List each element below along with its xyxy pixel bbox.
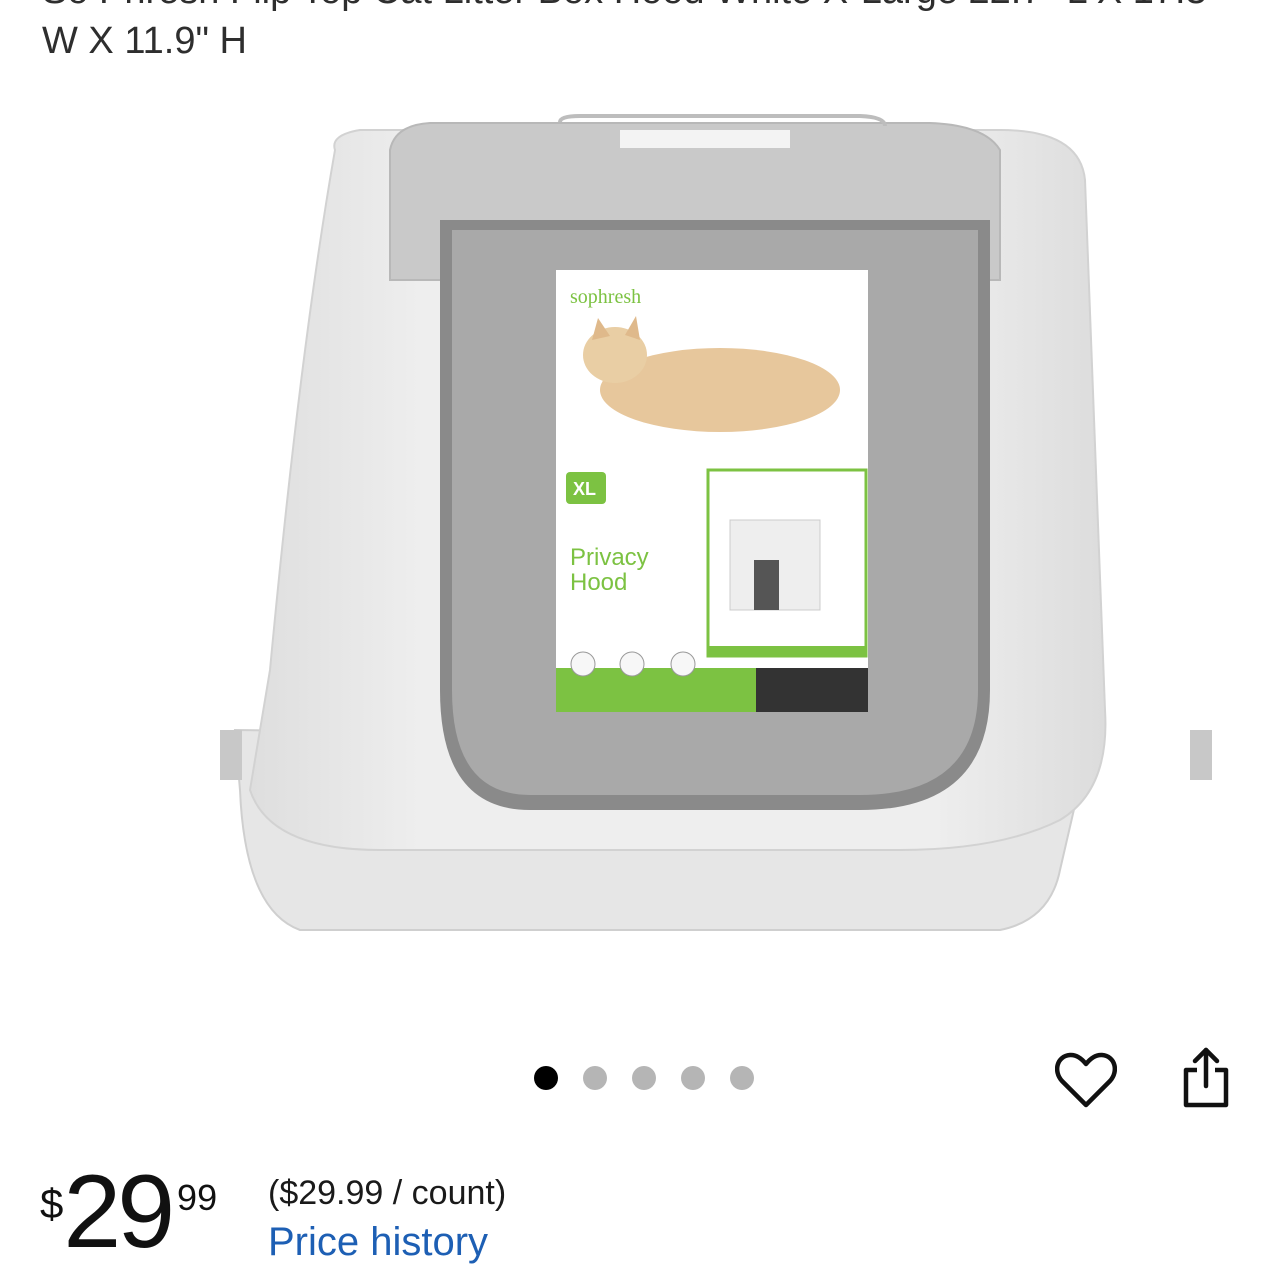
share-button[interactable] [1174, 1046, 1238, 1110]
carousel-dot[interactable] [534, 1066, 558, 1090]
unit-price: ($29.99 / count) [268, 1174, 507, 1212]
product-image[interactable]: sophresh XL Privacy Hood [0, 90, 1284, 970]
carousel-dot[interactable] [632, 1066, 656, 1090]
carousel-dot[interactable] [583, 1066, 607, 1090]
right-clip [1190, 730, 1212, 780]
price-currency: $ [40, 1180, 64, 1227]
product-name-line1: Privacy [570, 544, 649, 571]
left-clip [220, 730, 242, 780]
price-cents: 99 [177, 1177, 218, 1218]
carousel-indicator [534, 1066, 754, 1090]
price-whole: 29 [63, 1154, 175, 1270]
product-name-line2: Hood [570, 569, 627, 596]
carousel-dot[interactable] [730, 1066, 754, 1090]
share-icon [1183, 1047, 1229, 1108]
heart-icon [1055, 1052, 1117, 1108]
carousel-dot[interactable] [681, 1066, 705, 1090]
product-title: So Phresh Flip Top Cat Litter Box Hood W… [42, 0, 1220, 62]
product-sticker [620, 130, 790, 148]
brand-label: sophresh [570, 286, 641, 308]
size-badge: XL [573, 479, 596, 499]
favorite-button[interactable] [1054, 1048, 1118, 1112]
price: $ 29 99 [40, 1160, 217, 1264]
price-history-link[interactable]: Price history [268, 1220, 488, 1265]
